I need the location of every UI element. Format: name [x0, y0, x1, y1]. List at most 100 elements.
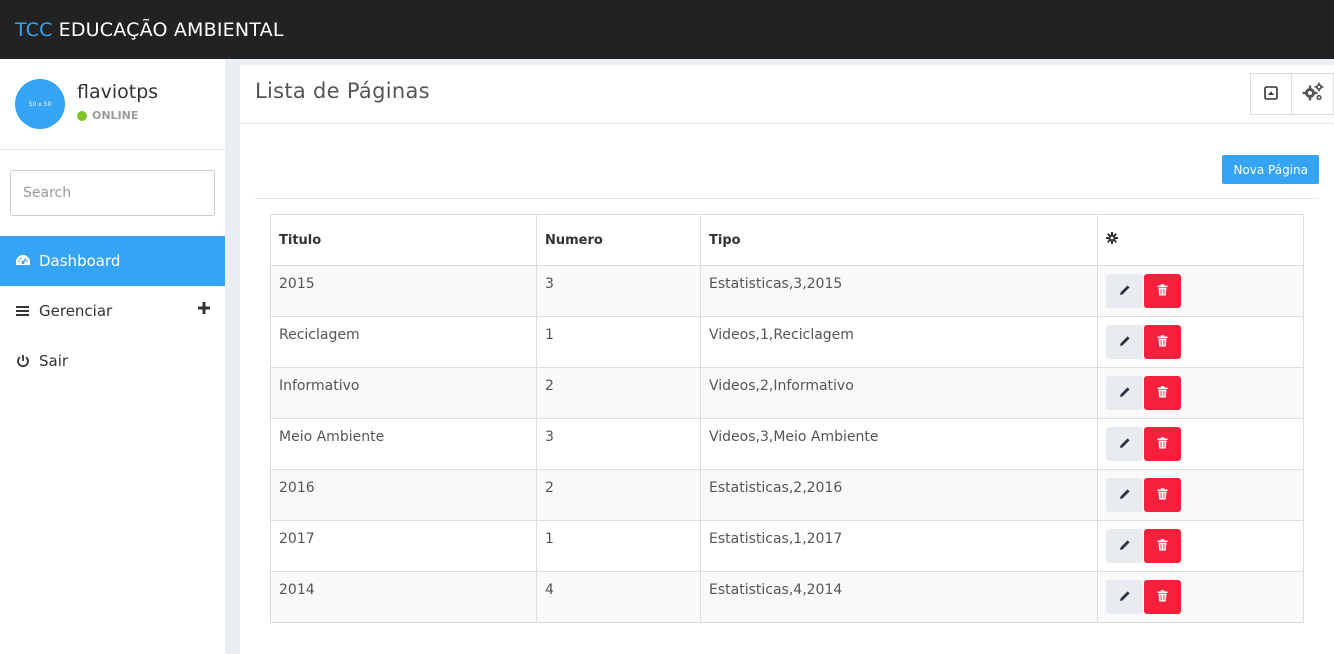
edit-button[interactable]: [1106, 427, 1143, 461]
cell-actions: [1097, 418, 1304, 470]
settings-button[interactable]: [1292, 73, 1334, 115]
sidebar-item-label: Dashboard: [39, 252, 121, 270]
cell-titulo: 2016: [270, 469, 537, 521]
search-wrap: [0, 150, 225, 236]
column-header-actions: [1097, 214, 1304, 266]
delete-button[interactable]: [1144, 274, 1181, 308]
pencil-icon: [1119, 590, 1131, 605]
cell-tipo: Videos,2,Informativo: [700, 367, 1098, 419]
cell-actions: [1097, 520, 1304, 572]
edit-button[interactable]: [1106, 274, 1143, 308]
pencil-icon: [1119, 437, 1131, 452]
cell-numero: 1: [536, 316, 701, 368]
pages-table: Titulo Numero Tipo 2015 3 Estatisticas,3,2…: [270, 214, 1304, 623]
edit-button[interactable]: [1106, 529, 1143, 563]
header-actions: [1250, 73, 1334, 115]
edit-button[interactable]: [1106, 478, 1143, 512]
delete-button[interactable]: [1144, 325, 1181, 359]
power-icon: [15, 353, 31, 369]
delete-button[interactable]: [1144, 427, 1181, 461]
table-header-row: Titulo Numero Tipo: [270, 214, 1304, 266]
cell-titulo: Reciclagem: [270, 316, 537, 368]
sidebar-item-sair[interactable]: Sair: [0, 336, 225, 386]
column-header-tipo[interactable]: Tipo: [700, 214, 1098, 266]
pencil-icon: [1119, 284, 1131, 299]
pencil-icon: [1119, 386, 1131, 401]
cell-numero: 3: [536, 418, 701, 470]
cell-tipo: Estatisticas,1,2017: [700, 520, 1098, 572]
trash-icon: [1157, 589, 1168, 605]
cell-numero: 2: [536, 367, 701, 419]
delete-button[interactable]: [1144, 478, 1181, 512]
trash-icon: [1157, 334, 1168, 350]
page-title: Lista de Páginas: [255, 79, 430, 103]
edit-button[interactable]: [1106, 325, 1143, 359]
pencil-icon: [1119, 488, 1131, 503]
gears-icon: [1302, 82, 1324, 106]
status-badge: ONLINE: [77, 109, 138, 122]
cell-actions: [1097, 367, 1304, 419]
cell-actions: [1097, 265, 1304, 317]
avatar: 50 x 50: [15, 79, 65, 129]
trash-icon: [1157, 487, 1168, 503]
cell-titulo: 2014: [270, 571, 537, 623]
sidebar-item-dashboard[interactable]: Dashboard: [0, 236, 225, 286]
pencil-icon: [1119, 539, 1131, 554]
column-header-titulo[interactable]: Titulo: [270, 214, 537, 266]
table-row: 2017 1 Estatisticas,1,2017: [270, 520, 1304, 572]
brand-accent: TCC: [15, 18, 53, 41]
cell-titulo: Informativo: [270, 367, 537, 419]
status-label: ONLINE: [92, 109, 139, 122]
cell-titulo: Meio Ambiente: [270, 418, 537, 470]
cell-actions: [1097, 469, 1304, 521]
user-panel: 50 x 50 flaviotps ONLINE: [0, 59, 225, 150]
username: flaviotps: [77, 81, 159, 103]
edit-button[interactable]: [1106, 580, 1143, 614]
collapse-icon: [1264, 85, 1278, 104]
table-row: Informativo 2 Videos,2,Informativo: [270, 367, 1304, 419]
table-row: 2015 3 Estatisticas,3,2015: [270, 265, 1304, 317]
sidebar-item-label: Sair: [39, 352, 69, 370]
table-row: 2014 4 Estatisticas,4,2014: [270, 571, 1304, 623]
column-header-numero[interactable]: Numero: [536, 214, 701, 266]
main-content: Lista de Páginas Nova Página Titulo Nume…: [240, 65, 1334, 654]
sidebar-item-label: Gerenciar: [39, 302, 113, 320]
trash-icon: [1157, 538, 1168, 554]
plus-icon[interactable]: [197, 301, 211, 315]
collapse-button[interactable]: [1250, 73, 1292, 115]
cell-tipo: Estatisticas,2,2016: [700, 469, 1098, 521]
delete-button[interactable]: [1144, 376, 1181, 410]
table-row: Reciclagem 1 Videos,1,Reciclagem: [270, 316, 1304, 368]
online-dot-icon: [77, 110, 87, 121]
cell-tipo: Estatisticas,4,2014: [700, 571, 1098, 623]
sidebar: 50 x 50 flaviotps ONLINE Dashboard Geren…: [0, 59, 225, 654]
cell-tipo: Videos,3,Meio Ambiente: [700, 418, 1098, 470]
cell-numero: 3: [536, 265, 701, 317]
brand-logo[interactable]: TCC EDUCAÇÃO AMBIENTAL: [15, 19, 284, 41]
table-body: 2015 3 Estatisticas,3,2015 Reciclagem 1 Video…: [270, 265, 1304, 623]
cell-tipo: Estatisticas,3,2015: [700, 265, 1098, 317]
cell-titulo: 2017: [270, 520, 537, 572]
sidebar-item-gerenciar[interactable]: Gerenciar: [0, 286, 225, 336]
gear-icon: [1106, 232, 1118, 248]
cell-numero: 1: [536, 520, 701, 572]
bars-icon: [15, 303, 31, 319]
trash-icon: [1157, 385, 1168, 401]
dashboard-icon: [15, 253, 31, 269]
cell-tipo: Videos,1,Reciclagem: [700, 316, 1098, 368]
table-row: Meio Ambiente 3 Videos,3,Meio Ambiente: [270, 418, 1304, 470]
top-navbar: TCC EDUCAÇÃO AMBIENTAL: [0, 0, 1334, 59]
toolbar: Nova Página: [255, 124, 1319, 199]
search-input[interactable]: [10, 170, 215, 216]
pencil-icon: [1119, 335, 1131, 350]
delete-button[interactable]: [1144, 580, 1181, 614]
page-header: Lista de Páginas: [240, 65, 1334, 124]
trash-icon: [1157, 283, 1168, 299]
cell-numero: 4: [536, 571, 701, 623]
brand-name: EDUCAÇÃO AMBIENTAL: [58, 18, 284, 41]
sidebar-menu: Dashboard Gerenciar Sair: [0, 236, 225, 386]
edit-button[interactable]: [1106, 376, 1143, 410]
delete-button[interactable]: [1144, 529, 1181, 563]
new-page-button[interactable]: Nova Página: [1222, 155, 1319, 184]
cell-numero: 2: [536, 469, 701, 521]
